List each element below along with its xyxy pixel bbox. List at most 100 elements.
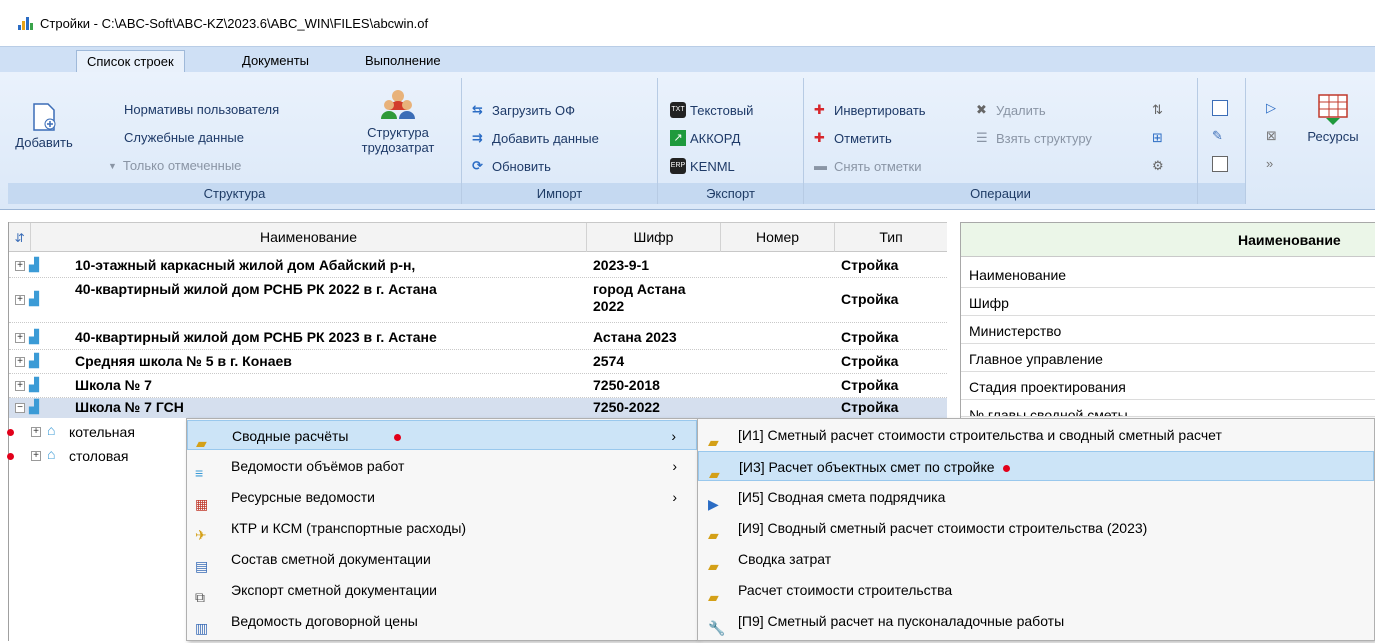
group-structure-label: Структура [8,183,461,204]
property-row[interactable]: Шифр [961,291,1375,316]
row-type: Стройка [841,329,899,345]
menu-item-label: Состав сметной документации [231,551,431,567]
menu-item-contract-price[interactable]: ▥ Ведомость договорной цены [187,606,697,636]
property-row[interactable]: Наименование [961,263,1375,288]
invert-icon: ✚ [814,102,825,117]
bricks-icon: ▦ [195,496,209,512]
expand-icon[interactable]: + [15,295,25,305]
collapse-icon[interactable]: − [15,403,25,413]
property-row[interactable]: Главное управление [961,347,1375,372]
submenu-item-i1[interactable]: ▰ [И1] Сметный расчет стоимости строител… [698,420,1374,450]
table-row-selected[interactable]: − ▟ Школа № 7 ГСН 7250-2022 Стройка [9,398,947,418]
close-box-button[interactable]: ⊠ [1266,128,1286,144]
expand-icon[interactable]: + [15,333,25,343]
unmark-button[interactable]: ▬ Снять отметки [814,158,921,174]
refresh-button[interactable]: ⟳ Обновить [472,158,551,174]
table-row[interactable]: + ▟ 40-квартирный жилой дом РСНБ РК 2023… [9,326,947,350]
text-export-label: Текстовый [690,102,754,118]
tab-construction-list[interactable]: Список строек [76,50,185,74]
invert-button[interactable]: ✚ Инвертировать [814,102,926,118]
tab-documents[interactable]: Документы [232,50,319,74]
menu-item-work-volumes[interactable]: ≡ Ведомости объёмов работ › [187,451,697,481]
tree-subrow[interactable]: + ⌂ столовая [7,444,209,468]
add-button[interactable]: Добавить [14,102,74,150]
labor-structure-button[interactable]: Структура трудозатрат [348,88,448,155]
labor-structure-label-1: Структура [367,125,429,140]
tab-execution[interactable]: Выполнение [355,50,451,74]
submenu-item-label: [И5] Сводная смета подрядчика [738,489,946,505]
submenu-item-i3[interactable]: ▰ [И3] Расчет объектных смет по стройке [698,451,1374,482]
menu-item-resource-lists[interactable]: ▦ Ресурсные ведомости › [187,482,697,512]
more-button[interactable]: » [1266,156,1286,172]
submenu-item-i9[interactable]: ▰ [И9] Сводный сметный расчет стоимости … [698,513,1374,543]
expand-icon[interactable]: + [15,357,25,367]
table-row[interactable]: + ▟ 10-этажный каркасный жилой дом Абайс… [9,254,947,278]
submenu-item-cost-summary[interactable]: ▰ Сводка затрат [698,544,1374,574]
row-code: Астана 2023 [593,329,677,345]
submenu-item-label: [П9] Сметный расчет на пусконаладочные р… [738,613,1065,629]
group-edit-tools-label [1198,183,1245,204]
column-settings-icon[interactable]: ⇵ [9,223,31,252]
submenu-arrow-icon: › [671,428,676,444]
ribbon-tabs: Список строек Документы Выполнение [0,46,1375,74]
expand-icon[interactable]: + [31,451,41,461]
column-name[interactable]: Наименование [31,223,587,252]
building-icon: ▟ [29,399,39,414]
row-name: Средняя школа № 5 в г. Конаев [75,353,292,369]
marker-dot-icon [7,453,14,460]
menu-item-label: Экспорт сметной документации [231,582,438,598]
column-type[interactable]: Тип [835,223,947,252]
form-button[interactable] [1212,156,1232,172]
table-icon: ▤ [195,558,209,574]
property-row[interactable]: № главы сводной сметы [961,403,1375,417]
resources-button[interactable]: Ресурсы [1298,92,1368,144]
group-export-label: Экспорт [658,183,803,204]
property-row[interactable]: Стадия проектирования [961,375,1375,400]
erp-icon: ERP [670,158,686,174]
refresh-icon: ⟳ [472,158,483,173]
table-row[interactable]: + ▟ 40-квартирный жилой дом РСНБ РК 2022… [9,278,947,322]
only-marked-item[interactable]: ▼ Только отмеченные [108,158,241,173]
column-code[interactable]: Шифр [587,223,721,252]
tree-icon: ⊞ [1152,130,1163,145]
ops-tool-3-button[interactable]: ⚙ [1152,158,1172,174]
take-structure-button[interactable]: ☰ Взять структуру [976,130,1092,146]
property-row[interactable]: Министерство [961,319,1375,344]
service-data-item[interactable]: Служебные данные [124,130,244,145]
column-number[interactable]: Номер [721,223,835,252]
table-row[interactable]: + ▟ Школа № 7 7250-2018 Стройка [9,374,947,398]
ops-tool-2-button[interactable]: ⊞ [1152,130,1172,146]
menu-item-doc-composition[interactable]: ▤ Состав сметной документации [187,544,697,574]
akkord-export-label: АККОРД [690,130,741,146]
only-marked-label: Только отмеченные [122,158,242,173]
expand-icon[interactable]: + [15,381,25,391]
ops-tool-1-button[interactable]: ⇅ [1152,102,1172,118]
row-name: 10-этажный каркасный жилой дом Абайский … [75,257,416,273]
mark-icon: ✚ [814,130,825,145]
add-data-button[interactable]: ⇉ Добавить данные [472,130,599,146]
table-row[interactable]: + ▟ Средняя школа № 5 в г. Конаев 2574 С… [9,350,947,374]
coins-icon: ▰ [196,435,207,451]
text-export-button[interactable]: TXT Текстовый [670,102,753,118]
submenu-item-i5[interactable]: ▶ [И5] Сводная смета подрядчика [698,482,1374,512]
load-of-button[interactable]: ⇆ Загрузить ОФ [472,102,575,118]
people-group-icon [381,90,415,119]
mark-button[interactable]: ✚ Отметить [814,130,892,146]
delete-button[interactable]: ✖ Удалить [976,102,1046,118]
menu-item-label: КТР и КСМ (транспортные расходы) [231,520,467,536]
menu-item-doc-export[interactable]: ⧉ Экспорт сметной документации [187,575,697,605]
kenml-export-button[interactable]: ERP KENML [670,158,735,174]
menu-item-summary-calcs[interactable]: ▰ Сводные расчёты › [187,420,697,451]
edit-pen-button[interactable]: ✎ [1212,128,1232,144]
user-norms-item[interactable]: Нормативы пользователя [124,102,279,117]
expand-icon[interactable]: + [31,427,41,437]
akkord-export-button[interactable]: ↗ АККОРД [670,130,740,146]
expand-icon[interactable]: + [15,261,25,271]
submenu-item-p9[interactable]: 🔧 [П9] Сметный расчет на пусконаладочные… [698,606,1374,636]
edit-list-button[interactable] [1212,100,1232,116]
menu-item-transport[interactable]: ✈ КТР и КСМ (транспортные расходы) [187,513,697,543]
tree-subrow[interactable]: + ⌂ котельная [7,420,209,444]
app-chart-icon [18,16,34,30]
play-button[interactable]: ▷ [1266,100,1286,116]
submenu-item-cost-calc[interactable]: ▰ Расчет стоимости строительства [698,575,1374,605]
